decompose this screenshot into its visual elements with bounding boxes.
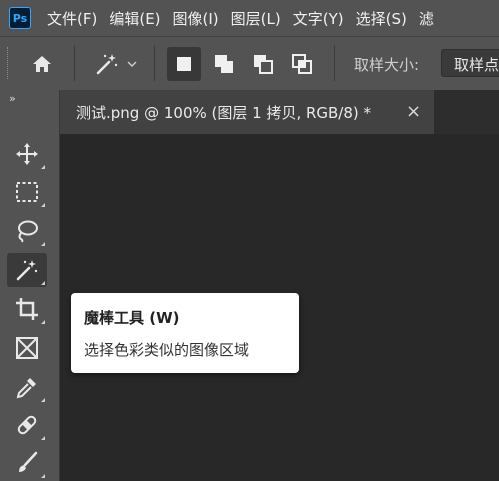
subtract-from-selection-button[interactable]: [246, 47, 280, 81]
home-button[interactable]: [26, 49, 58, 79]
menu-edit[interactable]: 编辑(E): [103, 8, 166, 29]
tooltip-description: 选择色彩类似的图像区域: [84, 341, 250, 359]
spot-healing-brush-icon: [17, 415, 37, 435]
add-to-selection-button[interactable]: [207, 47, 241, 81]
menu-file[interactable]: 文件(F): [41, 8, 103, 29]
sample-size-select[interactable]: 取样点: [441, 49, 499, 77]
menu-filter[interactable]: 滤: [413, 8, 440, 29]
separator: [334, 45, 335, 81]
tool-rectangular-marquee[interactable]: [7, 175, 47, 209]
magic-wand-icon: [96, 54, 118, 75]
subtract-from-selection-icon: [254, 55, 273, 74]
collapse-panel-button[interactable]: ››: [9, 92, 16, 105]
options-bar: 取样大小: 取样点: [0, 36, 499, 90]
intersect-selection-button[interactable]: [285, 47, 319, 81]
add-to-selection-icon: [215, 55, 233, 73]
tool-eyedropper[interactable]: [7, 370, 47, 404]
new-selection-button[interactable]: [167, 47, 201, 81]
intersect-selection-icon: [292, 54, 312, 74]
menu-image[interactable]: 图像(I): [167, 8, 225, 29]
home-icon: [33, 56, 51, 72]
crop-icon: [16, 298, 38, 320]
options-bar-grip[interactable]: [7, 47, 11, 79]
eyedropper-icon: [16, 378, 36, 399]
magic-wand-icon: [16, 260, 38, 281]
move-icon: [16, 143, 38, 165]
separator: [154, 45, 155, 81]
document-tab-title: 测试.png @ 100% (图层 1 拷贝, RGB/8) *: [76, 103, 372, 122]
document-tab-bar: 测试.png @ 100% (图层 1 拷贝, RGB/8) * ×: [60, 90, 499, 134]
tools-panel: ››: [0, 90, 60, 481]
tool-move[interactable]: [7, 137, 47, 171]
tool-brush[interactable]: [7, 446, 47, 480]
chevron-down-icon: [127, 61, 137, 67]
brush-icon: [19, 451, 38, 472]
new-selection-icon: [177, 57, 191, 71]
menu-type[interactable]: 文字(Y): [287, 8, 350, 29]
tool-tooltip: 魔棒工具 (W) 选择色彩类似的图像区域: [71, 293, 299, 373]
tool-lasso[interactable]: [7, 214, 47, 248]
tool-preset-picker[interactable]: [88, 49, 144, 79]
menu-layer[interactable]: 图层(L): [225, 8, 287, 29]
menu-select[interactable]: 选择(S): [350, 8, 413, 29]
rectangular-marquee-icon: [16, 182, 38, 202]
tooltip-title: 魔棒工具 (W): [84, 309, 180, 327]
menu-bar: Ps 文件(F) 编辑(E) 图像(I) 图层(L) 文字(Y) 选择(S) 滤: [0, 0, 499, 36]
separator: [74, 45, 75, 81]
photoshop-logo-icon[interactable]: Ps: [9, 7, 31, 29]
sample-size-label: 取样大小:: [354, 56, 420, 74]
document-tab[interactable]: 测试.png @ 100% (图层 1 拷贝, RGB/8) * ×: [60, 90, 434, 134]
tool-magic-wand[interactable]: [7, 253, 47, 287]
tool-frame[interactable]: [7, 331, 47, 365]
tool-crop[interactable]: [7, 292, 47, 326]
tool-spot-healing-brush[interactable]: [7, 408, 47, 442]
lasso-icon: [18, 220, 38, 243]
frame-icon: [16, 337, 38, 359]
close-tab-button[interactable]: ×: [406, 101, 421, 122]
